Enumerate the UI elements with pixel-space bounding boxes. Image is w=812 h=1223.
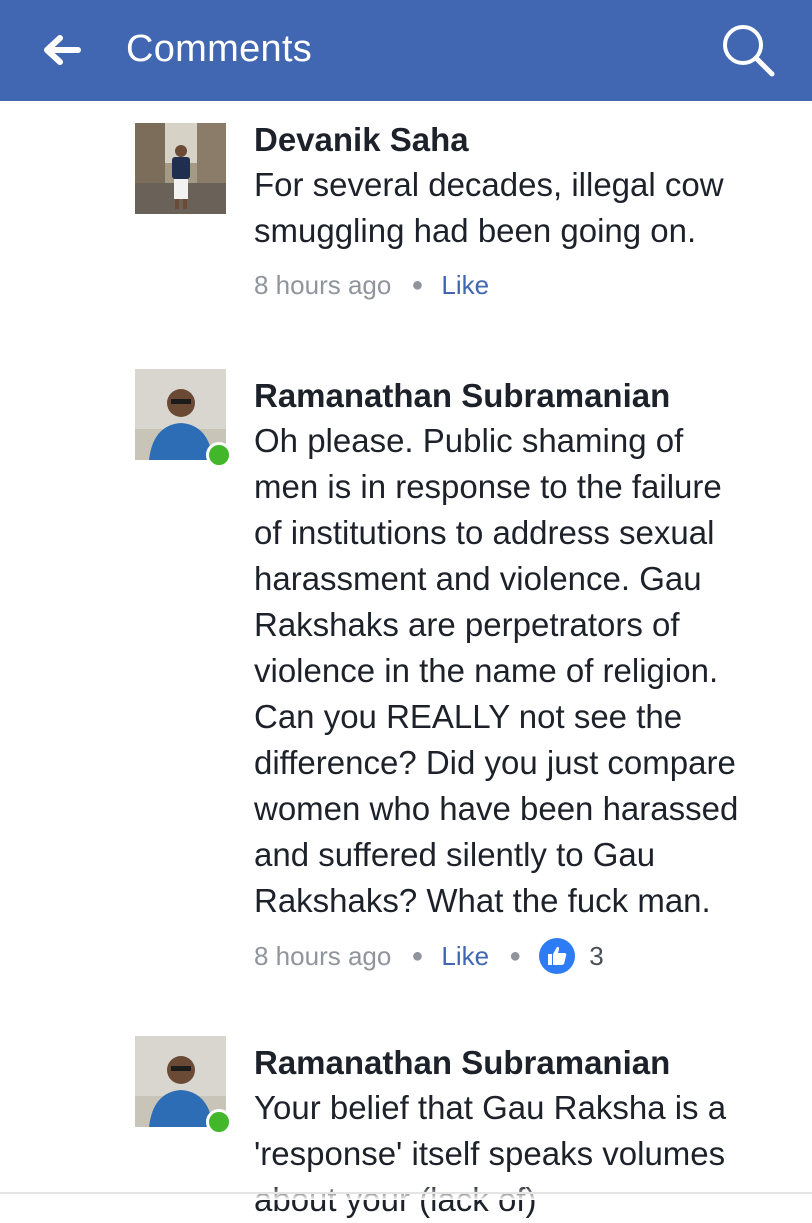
comment-meta: 8 hours ago ● Like ● 3: [254, 938, 794, 974]
online-status-icon: [206, 1109, 232, 1135]
separator-dot: ●: [411, 945, 424, 967]
comment-author[interactable]: Devanik Saha: [254, 120, 794, 160]
comment-text: For several decades, illegal cow smuggli…: [254, 166, 724, 249]
comment-author[interactable]: Ramanathan Subramanian: [254, 376, 794, 416]
comment-text: Your belief that Gau Raksha is a 'respon…: [254, 1089, 727, 1218]
avatar[interactable]: [135, 123, 226, 214]
search-icon[interactable]: [718, 20, 778, 80]
arrow-left-icon[interactable]: [40, 28, 84, 72]
separator-dot: ●: [411, 274, 424, 296]
comment-author[interactable]: Ramanathan Subramanian: [254, 1043, 794, 1083]
avatar[interactable]: [135, 369, 232, 468]
online-status-icon: [206, 442, 232, 468]
like-button[interactable]: Like: [441, 268, 489, 302]
top-bar: Comments: [0, 0, 812, 101]
comment-meta: 8 hours ago ● Like: [254, 268, 794, 302]
like-button[interactable]: Like: [441, 939, 489, 973]
comment-timestamp: 8 hours ago: [254, 270, 392, 300]
comment-timestamp: 8 hours ago: [254, 941, 392, 971]
page-title: Comments: [126, 28, 313, 70]
separator-dot: ●: [509, 945, 522, 967]
comment-text: Oh please. Public shaming of men is in r…: [254, 422, 739, 919]
thumbs-up-icon[interactable]: [539, 938, 576, 974]
avatar[interactable]: [135, 1036, 232, 1135]
reaction-count: 3: [589, 941, 604, 971]
divider: [0, 1192, 812, 1194]
avatar-photo: [135, 123, 226, 214]
